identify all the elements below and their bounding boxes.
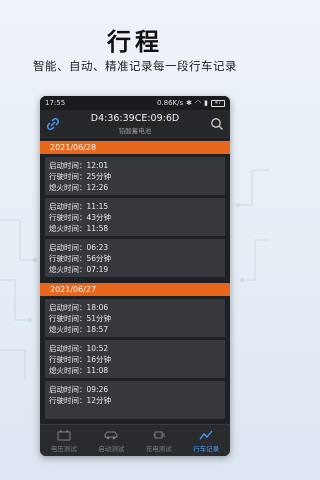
drive-time: 51分钟	[86, 314, 112, 323]
wifi-icon: ◠	[195, 99, 202, 107]
drive-time: 25分钟	[86, 172, 112, 181]
app-header: D4:36:39CE:09:6D 铅酸蓄电池	[40, 110, 230, 138]
tab-label: 启动测试	[98, 444, 125, 453]
drive-time: 43分钟	[86, 213, 112, 222]
trip-record[interactable]: 启动时间：09:26 行驶时间：12分钟	[45, 381, 225, 419]
stop-time-label: 熄火时间：	[49, 366, 87, 375]
tab-trip-record[interactable]: 行车记录	[183, 425, 231, 456]
device-info: D4:36:39CE:09:6D 铅酸蓄电池	[60, 113, 210, 135]
start-time-label: 启动时间：	[49, 161, 87, 170]
signal-icon: ▮	[204, 99, 208, 107]
status-indicators: 0.86K/s ✱ ◠ ▮ 47	[157, 99, 225, 107]
tab-label: 行车记录	[193, 444, 220, 453]
trip-record[interactable]: 启动时间：10:52 行驶时间：16分钟 熄火时间：11:08	[45, 340, 225, 378]
stop-time-label: 熄火时间：	[49, 224, 87, 233]
stop-time-label: 熄火时间：	[49, 183, 87, 192]
drive-time: 56分钟	[86, 254, 112, 263]
start-time: 10:52	[86, 344, 109, 353]
drive-time-label: 行驶时间：	[49, 172, 87, 181]
bottom-tab-bar: 电压测试 启动测试 充电测试 行车记录	[40, 424, 230, 456]
car-icon	[104, 431, 118, 439]
drive-time-label: 行驶时间：	[49, 396, 87, 405]
network-speed: 0.86K/s	[156, 99, 184, 107]
drive-time: 16分钟	[86, 355, 112, 364]
status-bar: 17:55 0.86K/s ✱ ◠ ▮ 47	[40, 96, 230, 110]
battery-icon: 47	[211, 99, 225, 107]
tab-voltage-test[interactable]: 电压测试	[40, 425, 88, 456]
tab-start-test[interactable]: 启动测试	[88, 425, 136, 456]
tab-label: 充电测试	[145, 444, 172, 453]
date-header: 2021/06/27	[40, 283, 230, 296]
device-id: D4:36:39CE:09:6D	[90, 112, 180, 124]
drive-time-label: 行驶时间：	[49, 355, 87, 364]
trip-record[interactable]: 启动时间：18:06 行驶时间：51分钟 熄火时间：18:57	[45, 299, 225, 337]
battery-test-icon	[57, 430, 71, 440]
stop-time: 12:26	[86, 183, 109, 192]
stop-time-label: 熄火时间：	[49, 265, 87, 274]
start-time: 11:15	[86, 202, 109, 211]
battery-type: 铅酸蓄电池	[118, 126, 152, 135]
bluetooth-icon: ✱	[186, 99, 193, 107]
trip-record[interactable]: 启动时间：11:15 行驶时间：43分钟 熄火时间：11:58	[45, 198, 225, 236]
stop-time: 07:19	[86, 265, 109, 274]
circuit-decoration-left	[0, 219, 37, 380]
tab-charge-test[interactable]: 充电测试	[135, 425, 183, 456]
circuit-decoration-right	[236, 169, 270, 282]
tab-label: 电压测试	[50, 444, 77, 453]
promo-subtitle: 智能、自动、精准记录每一段行车记录	[33, 59, 237, 73]
start-time: 18:06	[86, 303, 109, 312]
promo-title: 行程	[107, 28, 163, 56]
start-time: 09:26	[86, 385, 109, 394]
start-time: 12:01	[86, 161, 109, 170]
link-icon[interactable]	[46, 117, 60, 131]
search-icon[interactable]	[210, 117, 224, 131]
start-time-label: 启动时间：	[49, 344, 87, 353]
drive-time-label: 行驶时间：	[49, 213, 87, 222]
start-time-label: 启动时间：	[49, 385, 87, 394]
stop-time: 11:08	[86, 366, 109, 375]
plug-icon	[152, 431, 165, 438]
status-time: 17:55	[45, 99, 66, 107]
trend-line-icon	[199, 430, 213, 439]
stop-time: 18:57	[86, 325, 109, 334]
trip-record-list[interactable]: 2021/06/28 启动时间：12:01 行驶时间：25分钟 熄火时间：12:…	[40, 138, 230, 424]
date-header: 2021/06/28	[40, 141, 230, 154]
start-time-label: 启动时间：	[49, 202, 87, 211]
stop-time: 11:58	[86, 224, 109, 233]
start-time-label: 启动时间：	[49, 243, 87, 252]
drive-time: 12分钟	[86, 396, 112, 405]
trip-record[interactable]: 启动时间：06:23 行驶时间：56分钟 熄火时间：07:19	[45, 239, 225, 277]
start-time-label: 启动时间：	[49, 303, 87, 312]
start-time: 06:23	[86, 243, 109, 252]
trip-record[interactable]: 启动时间：12:01 行驶时间：25分钟 熄火时间：12:26	[45, 157, 225, 195]
drive-time-label: 行驶时间：	[49, 254, 87, 263]
stop-time-label: 熄火时间：	[49, 325, 87, 334]
phone-screen: 17:55 0.86K/s ✱ ◠ ▮ 47 D4:36:39CE:09:6D …	[40, 96, 230, 456]
drive-time-label: 行驶时间：	[49, 314, 87, 323]
